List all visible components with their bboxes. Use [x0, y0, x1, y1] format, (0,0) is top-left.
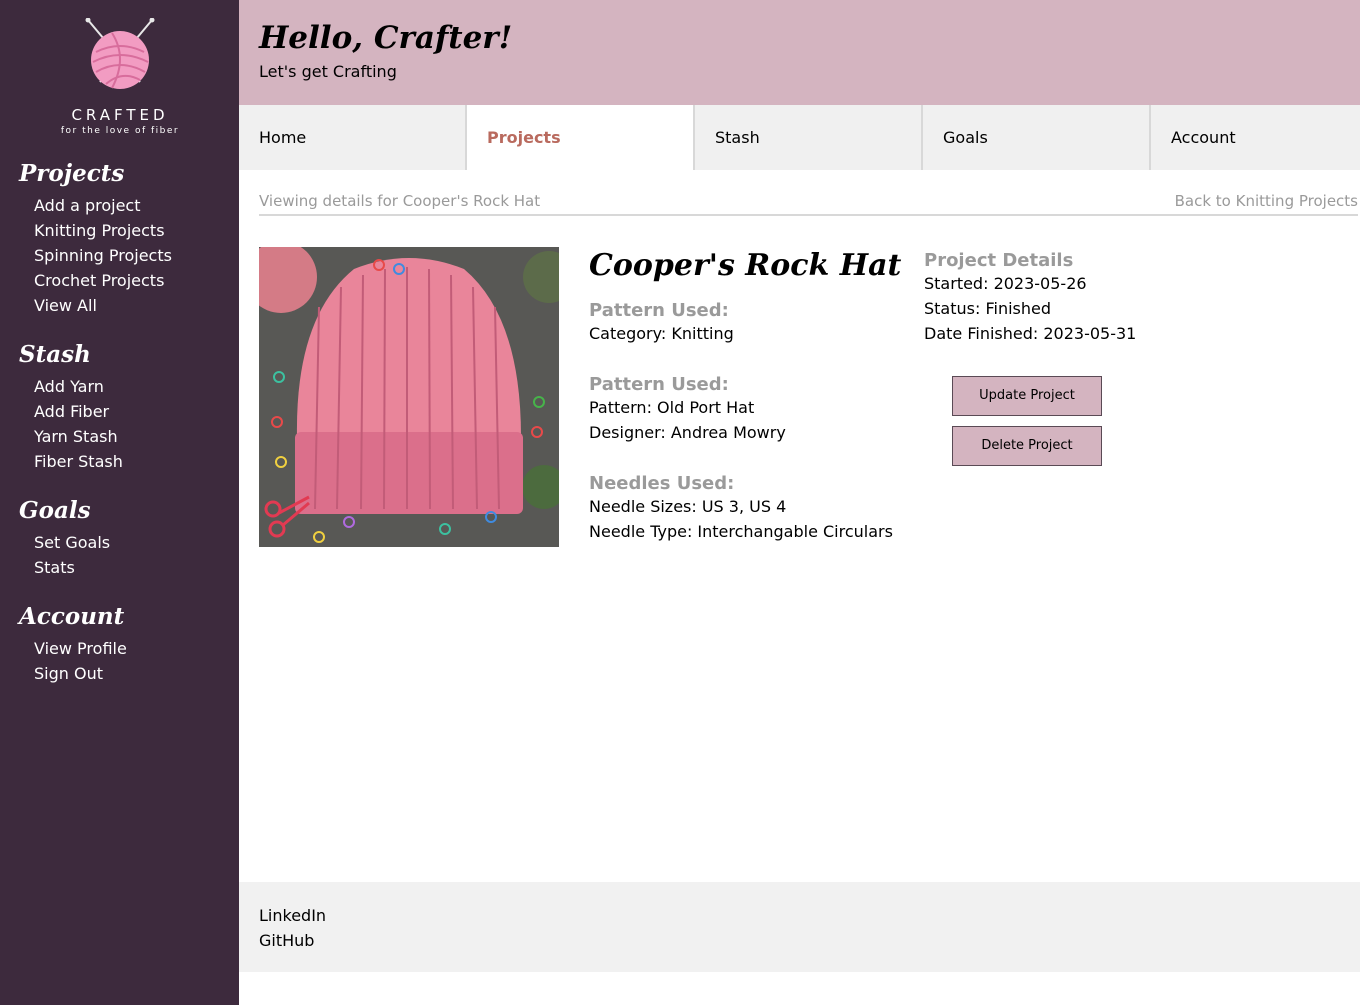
- logo-tagline: for the love of fiber: [60, 126, 180, 136]
- update-project-button[interactable]: Update Project: [952, 376, 1102, 416]
- needle-sizes-value: Needle Sizes: US 3, US 4: [589, 497, 787, 516]
- pattern-value: Pattern: Old Port Hat: [589, 398, 755, 417]
- back-link[interactable]: Back to Knitting Projects: [1175, 192, 1358, 210]
- tab-account[interactable]: Account: [1151, 105, 1360, 170]
- nav-link-stats[interactable]: Stats: [34, 555, 110, 580]
- nav-link-view-profile[interactable]: View Profile: [34, 636, 127, 661]
- nav-link-fiber-stash[interactable]: Fiber Stash: [34, 449, 123, 474]
- nav-link-knitting-projects[interactable]: Knitting Projects: [34, 218, 172, 243]
- pattern-block: Pattern Used: Pattern: Old Port Hat Desi…: [589, 374, 786, 445]
- page-header: Hello, Crafter! Let's get Crafting: [239, 0, 1360, 105]
- nav-link-crochet-projects[interactable]: Crochet Projects: [34, 268, 172, 293]
- nav-link-yarn-stash[interactable]: Yarn Stash: [34, 424, 123, 449]
- started-value: Started: 2023-05-26: [924, 274, 1087, 293]
- project-details: Project Details Started: 2023-05-26 Stat…: [924, 250, 1136, 346]
- nav-heading-projects: Projects: [19, 160, 125, 187]
- nav-link-add-fiber[interactable]: Add Fiber: [34, 399, 123, 424]
- needles-heading: Needles Used:: [589, 473, 735, 494]
- designer-value: Designer: Andrea Mowry: [589, 423, 786, 442]
- nav-heading-goals: Goals: [19, 497, 91, 524]
- delete-project-button[interactable]: Delete Project: [952, 426, 1102, 466]
- logo[interactable]: CRAFTED for the love of fiber: [60, 18, 180, 143]
- footer: LinkedIn GitHub: [239, 882, 1360, 972]
- tab-home[interactable]: Home: [239, 105, 467, 170]
- nav-link-add-yarn[interactable]: Add Yarn: [34, 374, 123, 399]
- tab-stash[interactable]: Stash: [695, 105, 923, 170]
- finished-value: Date Finished: 2023-05-31: [924, 324, 1137, 343]
- category-value: Category: Knitting: [589, 324, 734, 343]
- linkedin-link[interactable]: LinkedIn: [259, 903, 326, 928]
- nav-section-stash: Stash Add Yarn Add Fiber Yarn Stash Fibe…: [19, 341, 123, 474]
- nav-link-view-all[interactable]: View All: [34, 293, 172, 318]
- needle-type-value: Needle Type: Interchangable Circulars: [589, 522, 893, 541]
- logo-wordmark: CRAFTED: [71, 106, 169, 124]
- greeting-subtitle: Let's get Crafting: [259, 62, 397, 81]
- nav-link-set-goals[interactable]: Set Goals: [34, 530, 110, 555]
- sidebar: CRAFTED for the love of fiber Projects A…: [0, 0, 239, 1005]
- category-block: Pattern Used: Category: Knitting: [589, 300, 734, 346]
- nav-link-sign-out[interactable]: Sign Out: [34, 661, 127, 686]
- nav-section-goals: Goals Set Goals Stats: [19, 497, 110, 580]
- github-link[interactable]: GitHub: [259, 928, 326, 953]
- nav-link-add-project[interactable]: Add a project: [34, 193, 172, 218]
- nav-section-projects: Projects Add a project Knitting Projects…: [19, 160, 172, 318]
- tab-goals[interactable]: Goals: [923, 105, 1151, 170]
- needles-block: Needles Used: Needle Sizes: US 3, US 4 N…: [589, 473, 893, 544]
- nav-link-spinning-projects[interactable]: Spinning Projects: [34, 243, 172, 268]
- yarn-ball-with-needles-icon: [85, 18, 155, 89]
- project-details-heading: Project Details: [924, 250, 1074, 271]
- pink-knitted-hat-photo: [245, 241, 575, 547]
- status-value: Status: Finished: [924, 299, 1052, 318]
- category-heading: Pattern Used:: [589, 300, 729, 321]
- project-title: Cooper's Rock Hat: [589, 248, 902, 283]
- breadcrumb: Viewing details for Cooper's Rock Hat Ba…: [259, 192, 1358, 216]
- greeting: Hello, Crafter!: [259, 20, 513, 56]
- top-tabs: Home Projects Stash Goals Account: [239, 105, 1360, 170]
- tab-projects[interactable]: Projects: [467, 105, 695, 170]
- breadcrumb-viewing: Viewing details for Cooper's Rock Hat: [259, 192, 541, 210]
- nav-heading-stash: Stash: [19, 341, 91, 368]
- pattern-heading: Pattern Used:: [589, 374, 729, 395]
- nav-section-account: Account View Profile Sign Out: [19, 603, 127, 686]
- nav-heading-account: Account: [19, 603, 125, 630]
